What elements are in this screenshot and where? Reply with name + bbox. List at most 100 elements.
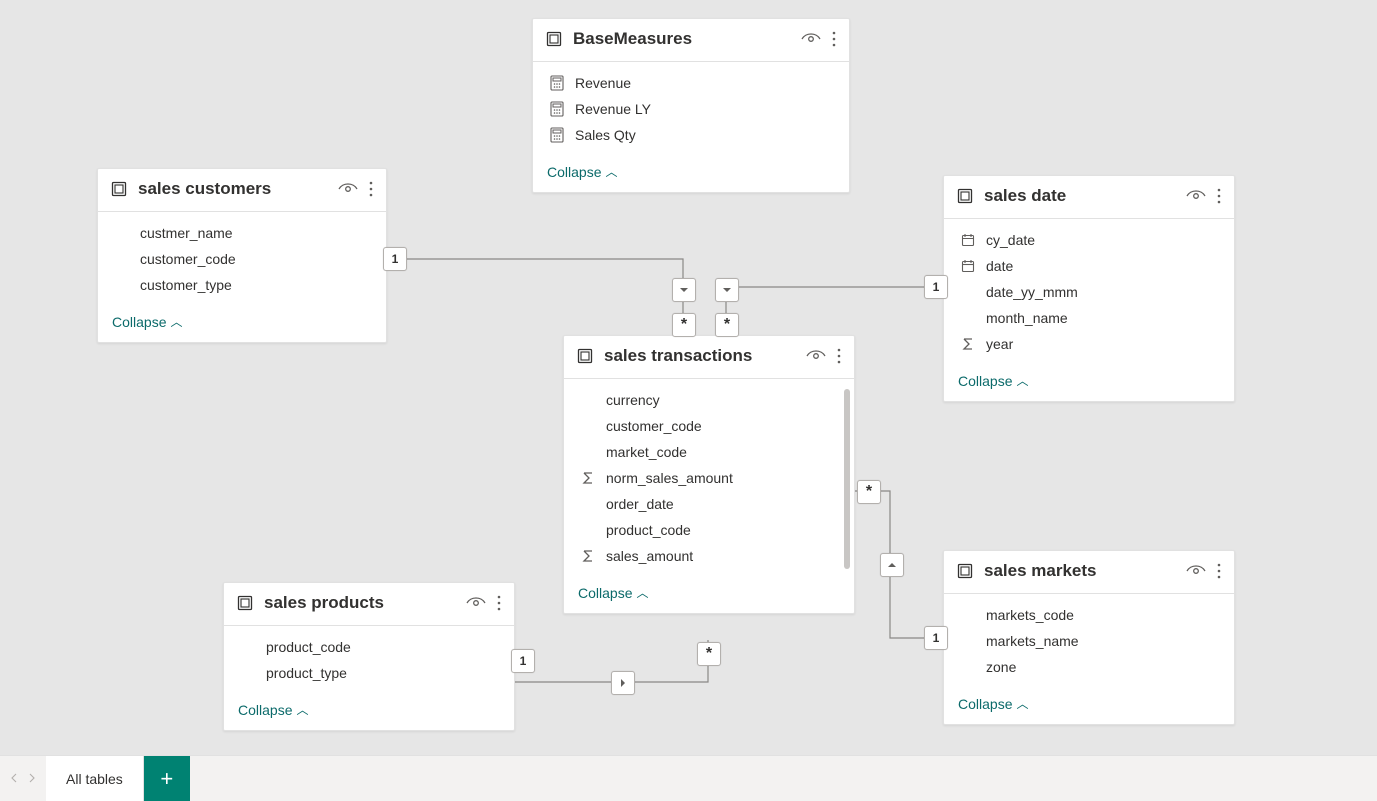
more-options-icon[interactable] xyxy=(368,180,374,198)
field-label: Sales Qty xyxy=(575,127,636,143)
table-header[interactable]: sales date xyxy=(944,176,1234,219)
field-row[interactable]: Revenue xyxy=(533,70,849,96)
table-header[interactable]: sales customers xyxy=(98,169,386,212)
add-tab-button[interactable]: + xyxy=(144,756,190,801)
field-label: product_type xyxy=(266,665,347,681)
table-header[interactable]: BaseMeasures xyxy=(533,19,849,62)
sigma-icon xyxy=(960,337,976,351)
relationship-cardinality-one[interactable]: 1 xyxy=(924,626,948,650)
more-options-icon[interactable] xyxy=(1216,187,1222,205)
collapse-label: Collapse xyxy=(958,373,1012,389)
visibility-icon[interactable] xyxy=(466,596,486,610)
field-row[interactable]: product_type xyxy=(224,660,514,686)
field-label: date xyxy=(986,258,1013,274)
model-canvas[interactable]: BaseMeasures Revenue Revenue LY Sales Qty Co… xyxy=(0,0,1377,801)
collapse-toggle[interactable]: Collapse︿ xyxy=(944,363,1234,401)
field-row[interactable]: customer_type xyxy=(98,272,386,298)
more-options-icon[interactable] xyxy=(1216,562,1222,580)
field-row[interactable]: product_code xyxy=(224,634,514,660)
collapse-toggle[interactable]: Collapse︿ xyxy=(533,154,849,192)
sigma-icon xyxy=(580,549,596,563)
visibility-icon[interactable] xyxy=(1186,564,1206,578)
collapse-toggle[interactable]: Collapse︿ xyxy=(944,686,1234,724)
relationship-cardinality-one[interactable]: 1 xyxy=(383,247,407,271)
field-row[interactable]: Revenue LY xyxy=(533,96,849,122)
field-row[interactable]: Sales Qty xyxy=(533,122,849,148)
field-label: product_code xyxy=(266,639,351,655)
field-row[interactable]: sales_amount xyxy=(564,543,854,569)
calc-icon xyxy=(549,127,565,143)
table-icon xyxy=(956,562,974,580)
relationship-cardinality-many[interactable]: * xyxy=(715,313,739,337)
field-row[interactable]: order_date xyxy=(564,491,854,517)
field-row[interactable]: custmer_name xyxy=(98,220,386,246)
tab-all-tables[interactable]: All tables xyxy=(46,756,144,801)
pager-prev[interactable] xyxy=(10,770,20,788)
field-row[interactable]: norm_sales_amount xyxy=(564,465,854,491)
field-label: Revenue xyxy=(575,75,631,91)
collapse-toggle[interactable]: Collapse︿ xyxy=(224,692,514,730)
more-options-icon[interactable] xyxy=(496,594,502,612)
field-label: month_name xyxy=(986,310,1068,326)
table-field-list: cy_datedate date_yy_mmm month_nameyear xyxy=(944,219,1234,363)
visibility-icon[interactable] xyxy=(806,349,826,363)
collapse-toggle[interactable]: Collapse︿ xyxy=(98,304,386,342)
relationship-filter-direction[interactable] xyxy=(880,553,904,577)
table-field-list: product_code product_type xyxy=(224,626,514,692)
chevron-up-icon: ︿ xyxy=(1016,372,1028,389)
field-row[interactable]: product_code xyxy=(564,517,854,543)
relationship-cardinality-many[interactable]: * xyxy=(697,642,721,666)
sigma-icon xyxy=(580,471,596,485)
table-sales-customers[interactable]: sales customers custmer_name customer_code… xyxy=(97,168,387,343)
relationship-filter-direction[interactable] xyxy=(611,671,635,695)
relationship-cardinality-many[interactable]: * xyxy=(857,480,881,504)
relationship-cardinality-one[interactable]: 1 xyxy=(511,649,535,673)
table-sales-products[interactable]: sales products product_code product_type Co… xyxy=(223,582,515,731)
field-row[interactable]: date xyxy=(944,253,1234,279)
field-row[interactable]: year xyxy=(944,331,1234,357)
field-label: markets_name xyxy=(986,633,1079,649)
calc-icon xyxy=(549,101,565,117)
field-label: cy_date xyxy=(986,232,1035,248)
field-label: customer_type xyxy=(140,277,232,293)
field-label: custmer_name xyxy=(140,225,233,241)
field-label: markets_code xyxy=(986,607,1074,623)
table-icon xyxy=(576,347,594,365)
field-row[interactable]: date_yy_mmm xyxy=(944,279,1234,305)
field-label: customer_code xyxy=(140,251,236,267)
field-row[interactable]: cy_date xyxy=(944,227,1234,253)
field-row[interactable]: customer_code xyxy=(564,413,854,439)
table-field-list: custmer_name customer_code customer_type xyxy=(98,212,386,304)
more-options-icon[interactable] xyxy=(836,347,842,365)
more-options-icon[interactable] xyxy=(831,30,837,48)
field-row[interactable]: zone xyxy=(944,654,1234,680)
field-row[interactable]: market_code xyxy=(564,439,854,465)
field-row[interactable]: currency xyxy=(564,387,854,413)
relationship-filter-direction[interactable] xyxy=(672,278,696,302)
field-row[interactable]: customer_code xyxy=(98,246,386,272)
visibility-icon[interactable] xyxy=(801,32,821,46)
visibility-icon[interactable] xyxy=(1186,189,1206,203)
relationship-cardinality-one[interactable]: 1 xyxy=(924,275,948,299)
field-label: sales_amount xyxy=(606,548,693,564)
field-list-scrollbar[interactable] xyxy=(844,389,850,569)
visibility-icon[interactable] xyxy=(338,182,358,196)
field-row[interactable]: month_name xyxy=(944,305,1234,331)
pager-next[interactable] xyxy=(26,770,36,788)
table-sales-markets[interactable]: sales markets markets_code markets_namezon… xyxy=(943,550,1235,725)
collapse-toggle[interactable]: Collapse︿ xyxy=(564,575,854,613)
table-icon xyxy=(956,187,974,205)
table-title: sales date xyxy=(984,186,1176,206)
field-row[interactable]: markets_code xyxy=(944,602,1234,628)
table-base-measures[interactable]: BaseMeasures Revenue Revenue LY Sales Qty Co… xyxy=(532,18,850,193)
field-row[interactable]: markets_name xyxy=(944,628,1234,654)
table-title: sales transactions xyxy=(604,346,796,366)
relationship-cardinality-many[interactable]: * xyxy=(672,313,696,337)
relationship-filter-direction[interactable] xyxy=(715,278,739,302)
chevron-up-icon: ︿ xyxy=(636,584,648,601)
table-header[interactable]: sales products xyxy=(224,583,514,626)
table-header[interactable]: sales transactions xyxy=(564,336,854,379)
table-sales-date[interactable]: sales date cy_datedate date_yy_mmm month_na… xyxy=(943,175,1235,402)
table-sales-transactions[interactable]: sales transactions currencycustomer_codem… xyxy=(563,335,855,614)
table-header[interactable]: sales markets xyxy=(944,551,1234,594)
